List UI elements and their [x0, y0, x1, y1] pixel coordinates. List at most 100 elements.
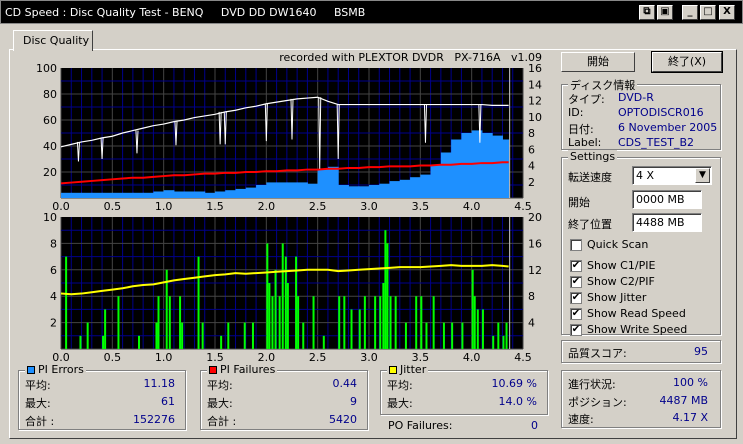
pif-total-value: 5420: [329, 413, 357, 426]
pi-failures-bar: [79, 335, 82, 349]
checkbox-show-read-speed[interactable]: ✔ Show Read Speed: [570, 307, 686, 320]
date-value: 6 November 2005: [618, 121, 718, 134]
checkbox-box[interactable]: ✔: [570, 276, 582, 288]
speed-select[interactable]: 4 X ▼: [632, 166, 712, 185]
checkbox-box[interactable]: [570, 239, 582, 251]
jitter-avg-value: 10.69 %: [491, 377, 537, 390]
checkbox-show-write-speed[interactable]: ✔ Show Write Speed: [570, 323, 687, 336]
pi-errors-bar: [245, 187, 257, 198]
pi-errors-bar: [204, 192, 216, 198]
y2-tick-label: 10: [528, 111, 542, 124]
pi-failures-bar: [297, 296, 300, 349]
pi-failures-bar: [473, 296, 476, 349]
pi-errors-bar: [317, 169, 329, 198]
start-input[interactable]: 0000 MB: [632, 190, 702, 209]
date-label: 日付:: [568, 123, 594, 136]
y2-tick-label: 4: [528, 317, 535, 330]
end-input[interactable]: 4488 MB: [632, 213, 702, 232]
pi-failures-legend: PI Failures: [220, 363, 276, 376]
position-value: 4487 MB: [659, 394, 708, 407]
tab-disc-quality[interactable]: Disc Quality: [13, 30, 93, 51]
chevron-down-icon[interactable]: ▼: [695, 168, 710, 183]
pi-failures-bar: [102, 335, 105, 349]
checkbox-box[interactable]: ✔: [570, 292, 582, 304]
speed-readout-value: 4.17 X: [672, 411, 708, 424]
pi-failures-bar: [286, 283, 289, 349]
y-tick-label: 100: [36, 62, 57, 75]
pi-errors-bar: [420, 174, 432, 198]
pi-failures-bar: [138, 335, 140, 349]
pi-failures-bar: [268, 283, 271, 349]
y-tick-label: 60: [43, 114, 57, 127]
pi-errors-bar: [327, 166, 339, 198]
checkbox-box[interactable]: ✔: [570, 308, 582, 320]
exit-button[interactable]: 終了(X): [651, 51, 723, 73]
jitter-max-label: 最大:: [387, 397, 413, 410]
pif-avg-label: 平均:: [207, 379, 233, 392]
y2-tick-label: 16: [528, 62, 542, 75]
pi-errors-bar: [102, 192, 113, 198]
pi-failures-bar: [394, 296, 397, 349]
pi-failures-bar: [281, 243, 284, 349]
maximize-button[interactable]: □: [700, 5, 716, 20]
id-value: OPTODISCR016: [618, 106, 704, 119]
close-button[interactable]: X: [719, 5, 735, 20]
y2-tick-label: 20: [528, 211, 542, 224]
pi-failures-bar: [379, 296, 382, 349]
pi-failures-bar: [471, 269, 474, 349]
x-tick-label: 3.0: [360, 200, 378, 213]
pi-failures-bar: [227, 322, 230, 349]
y2-tick-label: 6: [528, 143, 535, 156]
pi-failures-bar: [382, 283, 385, 349]
pi-failures-bar: [502, 335, 505, 349]
pi-errors-bar: [81, 192, 93, 198]
x-tick-label: 4.0: [463, 200, 481, 213]
pi-failures-bar: [197, 256, 200, 349]
pi-errors-bar: [338, 185, 349, 198]
checkbox-show-c2-pif[interactable]: ✔ Show C2/PIF: [570, 275, 655, 288]
pi-failures-bar: [432, 296, 435, 349]
pi-failures-bar: [181, 322, 184, 349]
checkbox-box[interactable]: ✔: [570, 260, 582, 272]
pi-failures-bar: [389, 296, 392, 349]
pie-max-label: 最大:: [25, 397, 51, 410]
pi-failures-bar: [179, 296, 182, 349]
y2-tick-label: 12: [528, 264, 542, 277]
save-icon[interactable]: ▣: [657, 5, 673, 20]
pi-errors-bar: [143, 192, 154, 198]
jitter-swatch: [389, 366, 397, 374]
y2-tick-label: 4: [528, 160, 535, 173]
pi-errors-bar: [132, 192, 144, 198]
pi-errors-bar: [348, 186, 360, 198]
checkbox-quick-scan[interactable]: Quick Scan: [570, 238, 648, 251]
label-label: Label:: [568, 136, 602, 149]
start-label: 開始: [568, 196, 590, 209]
minimize-button[interactable]: _: [682, 5, 698, 20]
checkbox-show-c1-pie[interactable]: ✔ Show C1/PIE: [570, 259, 655, 272]
pi-failures-bar: [338, 296, 341, 349]
pi-failures-bar: [481, 309, 484, 349]
pi-failures-bar: [420, 296, 423, 349]
x-tick-label: 1.5: [206, 200, 224, 213]
pi-errors-group: PI Errors 平均: 11.18 最大: 61 合計 : 152276: [18, 363, 186, 430]
pi-errors-bar: [61, 192, 72, 198]
pif-max-label: 最大:: [207, 397, 233, 410]
pi-failures-bar: [350, 309, 353, 349]
pi-failures-bar: [312, 296, 315, 349]
pi-failures-bar: [461, 322, 464, 349]
pi-failures-bar: [201, 322, 204, 349]
jitter-group: Jitter 平均: 10.69 % 最大: 14.0 %: [380, 363, 548, 415]
pi-errors-bar: [122, 192, 134, 198]
pi-failures-bar: [266, 243, 269, 349]
checkbox-show-jitter[interactable]: ✔ Show Jitter: [570, 291, 646, 304]
y-tick-label: 4: [50, 290, 57, 303]
pi-errors-bar: [481, 133, 493, 198]
start-button[interactable]: 開始: [561, 52, 635, 72]
y2-tick-label: 14: [528, 78, 542, 91]
checkbox-box[interactable]: ✔: [570, 324, 582, 336]
pi-errors-bar: [71, 192, 83, 198]
y2-tick-label: 12: [528, 95, 542, 108]
type-label: タイプ:: [568, 93, 605, 106]
pi-failures-bar: [343, 296, 346, 349]
copy-icon[interactable]: ⧉: [639, 5, 655, 20]
